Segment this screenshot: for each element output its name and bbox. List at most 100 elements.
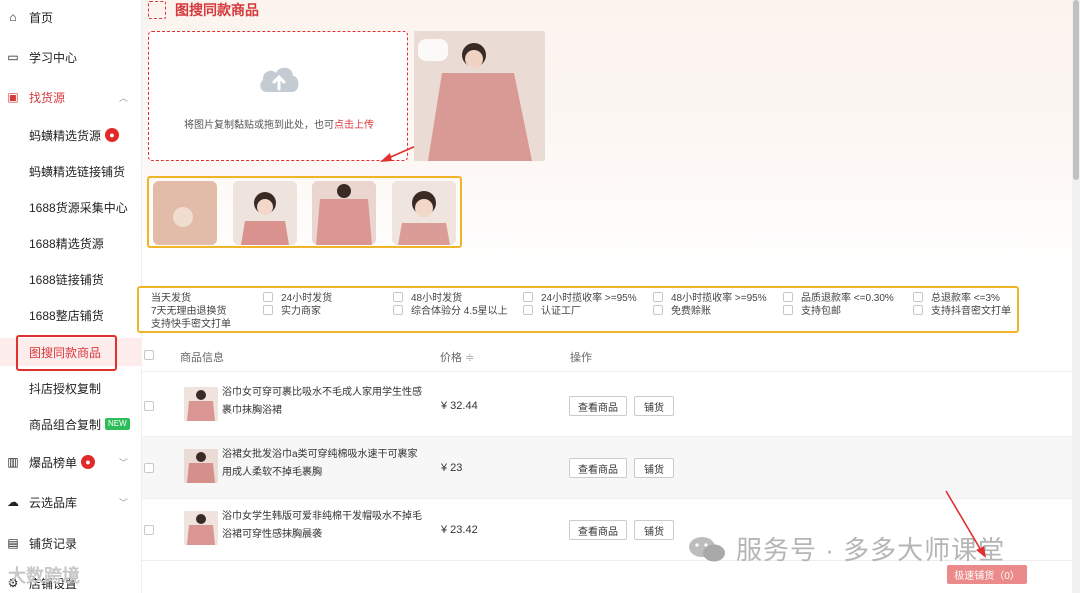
fire-icon: ● <box>81 455 96 469</box>
sidebar-item-home[interactable]: ⌂ 首页 <box>0 3 142 31</box>
view-product-button[interactable]: 查看商品 <box>569 396 627 416</box>
image-search-icon <box>148 1 166 19</box>
similar-image-thumb[interactable] <box>153 181 217 245</box>
chevron-up-icon: ︿ <box>118 92 128 103</box>
checkbox[interactable] <box>263 291 273 302</box>
watermark-brand: 大数跨境 <box>8 566 80 586</box>
product-thumbnail[interactable] <box>184 511 218 545</box>
sidebar-item-label: 首页 <box>29 10 54 25</box>
sidebar-item-label: 学习中心 <box>29 50 78 65</box>
sidebar-subitem[interactable]: 1688精选货源 <box>0 229 142 257</box>
sidebar-subitem[interactable]: 蚂蟥精选链接铺货 <box>0 157 142 185</box>
scrollbar-thumb[interactable] <box>1073 0 1079 180</box>
row-checkbox[interactable] <box>144 525 154 535</box>
sidebar: ⌂ 首页 ▭ 学习中心 ▣ 找货源 ︿ 蚂蟥精选货源 ● 蚂蟥精选链接铺货 16… <box>0 0 142 593</box>
similar-images-strip <box>147 176 462 248</box>
checkbox[interactable] <box>263 304 273 315</box>
sidebar-subitem[interactable]: 1688链接铺货 <box>0 265 142 293</box>
scrollbar[interactable] <box>1072 0 1080 593</box>
sidebar-item-cloud-lib[interactable]: ☁ 云选品库 ﹀ <box>0 488 142 516</box>
list-product-button[interactable]: 铺货 <box>634 396 674 416</box>
similar-image-thumb[interactable] <box>312 181 376 245</box>
chevron-down-icon: ﹀ <box>118 457 128 468</box>
product-photo <box>414 31 545 161</box>
row-checkbox[interactable] <box>144 463 154 473</box>
product-price: ¥ 23 <box>441 462 463 474</box>
sidebar-item-learning[interactable]: ▭ 学习中心 <box>0 43 142 71</box>
sidebar-subitem[interactable]: 蚂蟥精选货源 ● <box>0 121 142 149</box>
product-price: ¥ 32.44 <box>441 400 478 412</box>
product-name[interactable]: 浴巾女可穿可裹比吸水不毛成人家用学生性感裹巾抹胸浴裙 <box>222 384 427 420</box>
book-icon: ▭ <box>7 50 19 64</box>
filter-option[interactable]: 支持快手密文打单 <box>151 316 231 330</box>
upload-hint: 将图片复制黏贴或拖到此处，也可点击上传 <box>184 120 374 131</box>
view-product-button[interactable]: 查看商品 <box>569 520 627 540</box>
checkbox[interactable] <box>393 291 403 302</box>
product-name[interactable]: 浴巾女学生韩版可爱非纯棉干发帽吸水不掉毛浴裙可穿性感抹胸晨袭 <box>222 508 427 544</box>
wechat-icon <box>689 536 725 561</box>
checkbox[interactable] <box>523 304 533 315</box>
checkbox[interactable] <box>653 304 663 315</box>
box-icon: ▣ <box>7 90 19 104</box>
upload-link[interactable]: 点击上传 <box>334 120 374 131</box>
bulk-list-button[interactable]: 极速铺货（0） <box>947 565 1027 584</box>
similar-image-thumb[interactable] <box>233 181 297 245</box>
active-highlight-box <box>16 335 117 371</box>
list-product-button[interactable]: 铺货 <box>634 458 674 478</box>
row-checkbox[interactable] <box>144 401 154 411</box>
checkbox[interactable] <box>783 291 793 302</box>
table-row: 浴巾女可穿可裹比吸水不毛成人家用学生性感裹巾抹胸浴裙 ¥ 32.44 查看商品 … <box>142 375 1072 437</box>
checkbox[interactable] <box>523 291 533 302</box>
chevron-down-icon: ﹀ <box>118 497 128 508</box>
chart-icon: ▥ <box>7 455 19 469</box>
table-header: 商品信息 价格 ≑ 操作 <box>142 340 1072 372</box>
sidebar-item-label: 找货源 <box>29 90 66 105</box>
sidebar-item-find-source[interactable]: ▣ 找货源 ︿ <box>0 83 142 111</box>
sidebar-subitem[interactable]: 抖店授权复制 <box>0 374 142 402</box>
sidebar-item-label: 云选品库 <box>29 495 78 510</box>
fire-icon: ● <box>105 128 120 142</box>
home-icon: ⌂ <box>9 10 17 24</box>
filter-option[interactable]: 免费赊账 <box>653 303 711 317</box>
sort-icon: ≑ <box>465 352 475 364</box>
filter-option[interactable]: 支持包邮 <box>783 303 841 317</box>
sidebar-item-records[interactable]: ▤ 铺货记录 <box>0 529 142 557</box>
list-product-button[interactable]: 铺货 <box>634 520 674 540</box>
upload-dropzone[interactable]: 将图片复制黏贴或拖到此处，也可点击上传 <box>148 31 408 161</box>
filter-panel: 当天发货 24小时发货 48小时发货 24小时揽收率 >=95% 48小时揽收率… <box>137 286 1019 333</box>
filter-option[interactable]: 认证工厂 <box>523 303 581 317</box>
checkbox[interactable] <box>393 304 403 315</box>
checkbox[interactable] <box>913 304 923 315</box>
product-thumbnail[interactable] <box>184 449 218 483</box>
main-content: 图搜同款商品 将图片复制黏贴或拖到此处，也可点击上传 当天发货 24小时发货 4… <box>137 0 1072 593</box>
filter-option[interactable]: 支持抖音密文打单 <box>913 303 1011 317</box>
arrow-annotation <box>945 490 986 558</box>
sidebar-subitem[interactable]: 商品组合复制 NEW <box>0 410 142 438</box>
col-action: 操作 <box>570 352 592 364</box>
sidebar-item-hot-list[interactable]: ▥ 爆品榜单 ● ﹀ <box>0 448 142 476</box>
sidebar-subitem[interactable]: 1688整店铺货 <box>0 301 142 329</box>
sidebar-item-label: 铺货记录 <box>29 536 78 551</box>
checkbox[interactable] <box>653 291 663 302</box>
product-price: ¥ 23.42 <box>441 524 478 536</box>
cloud-icon: ☁ <box>7 495 19 509</box>
table-row: 浴裙女批发浴巾a类可穿纯棉吸水速干可裹家用成人柔软不掉毛裹胸 ¥ 23 查看商品… <box>142 437 1072 499</box>
view-product-button[interactable]: 查看商品 <box>569 458 627 478</box>
similar-image-thumb[interactable] <box>392 181 456 245</box>
upload-section: 图搜同款商品 将图片复制黏贴或拖到此处，也可点击上传 <box>142 0 1072 272</box>
record-icon: ▤ <box>7 536 19 550</box>
col-product-info: 商品信息 <box>180 352 224 364</box>
cloud-upload-icon <box>260 67 299 92</box>
filter-option[interactable]: 实力商家 <box>263 303 321 317</box>
uploaded-image-preview[interactable] <box>414 31 545 161</box>
select-all-checkbox[interactable] <box>144 350 154 360</box>
sidebar-item-label: 爆品榜单 <box>29 455 78 470</box>
new-badge: NEW <box>105 418 130 430</box>
checkbox[interactable] <box>783 304 793 315</box>
sidebar-subitem[interactable]: 1688货源采集中心 <box>0 193 142 221</box>
col-price[interactable]: 价格 ≑ <box>440 349 474 365</box>
product-thumbnail[interactable] <box>184 387 218 421</box>
checkbox[interactable] <box>913 291 923 302</box>
filter-option[interactable]: 综合体验分 4.5星以上 <box>393 303 508 317</box>
product-name[interactable]: 浴裙女批发浴巾a类可穿纯棉吸水速干可裹家用成人柔软不掉毛裹胸 <box>222 446 427 482</box>
